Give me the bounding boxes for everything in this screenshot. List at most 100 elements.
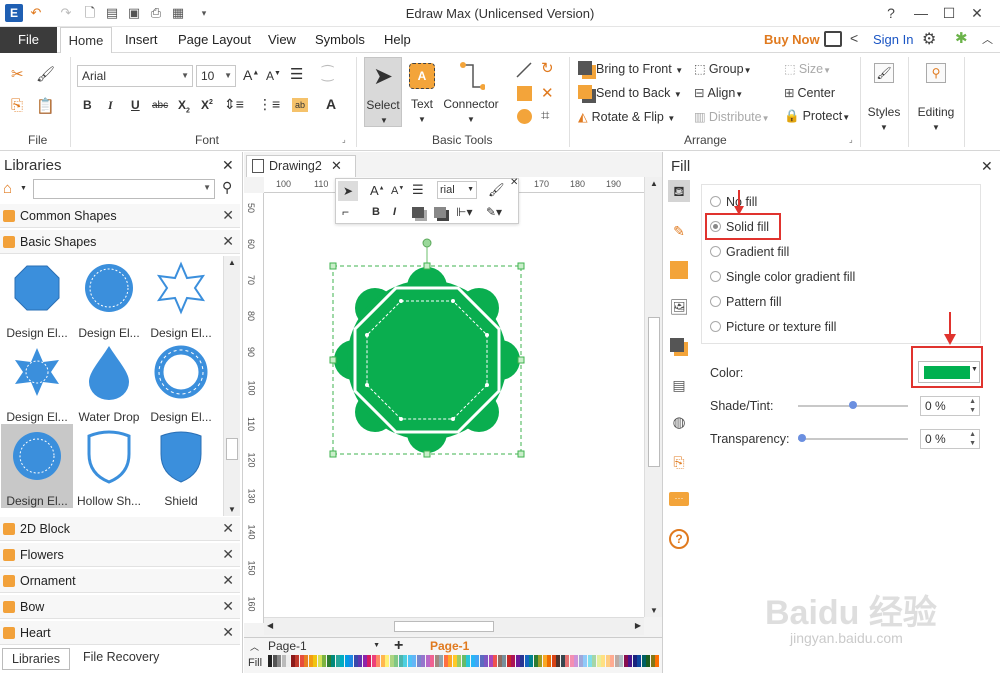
- tab-help[interactable]: Help: [384, 32, 411, 47]
- library-search-input[interactable]: ▼: [33, 179, 215, 199]
- file-menu[interactable]: File: [0, 27, 57, 53]
- styles-button[interactable]: 🖌 Styles ▼: [866, 57, 902, 132]
- font-dialog-icon[interactable]: ⌟: [342, 135, 346, 144]
- library-category-2d-block[interactable]: 2D Block ✕: [0, 517, 240, 541]
- palette-swatch[interactable]: [452, 655, 457, 667]
- line-spacing-icon[interactable]: ⇕≡: [224, 96, 244, 113]
- transparency-input[interactable]: 0 % ▲ ▼: [920, 429, 980, 449]
- palette-swatch[interactable]: [632, 655, 637, 667]
- shade-slider-knob[interactable]: [849, 401, 857, 409]
- palette-swatch[interactable]: [286, 655, 290, 667]
- palette-swatch[interactable]: [569, 655, 574, 667]
- cart-icon[interactable]: [824, 31, 842, 47]
- palette-swatch[interactable]: [524, 655, 529, 667]
- palette-swatch[interactable]: [416, 655, 421, 667]
- palette-swatch[interactable]: [614, 655, 619, 667]
- palette-swatch[interactable]: [578, 655, 583, 667]
- mini-grow-font-icon[interactable]: A▲: [370, 183, 385, 198]
- crop-tool-icon[interactable]: ⌗: [541, 107, 549, 124]
- mini-bring-front-icon[interactable]: [412, 207, 424, 218]
- canvas-scrollbar-horizontal[interactable]: ◀ ▶: [264, 617, 644, 635]
- bold-icon[interactable]: B: [83, 98, 92, 112]
- scroll-up-icon[interactable]: ▲: [228, 258, 236, 267]
- tab-page-layout[interactable]: Page Layout: [178, 32, 251, 47]
- search-icon[interactable]: ⚲: [222, 179, 232, 196]
- page-tab-active[interactable]: Page-1: [430, 639, 469, 653]
- transparency-slider-knob[interactable]: [798, 434, 806, 442]
- shape-hollow-shield[interactable]: Hollow Sh...: [73, 424, 145, 508]
- palette-swatch[interactable]: [344, 655, 349, 667]
- palette-swatch[interactable]: [502, 655, 506, 667]
- scroll-down-icon[interactable]: ▼: [650, 606, 658, 615]
- palette-swatch[interactable]: [376, 655, 380, 667]
- palette-swatch[interactable]: [623, 655, 628, 667]
- library-category-heart[interactable]: Heart ✕: [0, 621, 240, 645]
- palette-swatch[interactable]: [560, 655, 565, 667]
- layer-icon[interactable]: [668, 335, 690, 357]
- palette-swatch[interactable]: [619, 655, 623, 667]
- palette-swatch[interactable]: [403, 655, 407, 667]
- connector-tool-button[interactable]: Connector ▼: [441, 57, 501, 127]
- library-scrollbar[interactable]: ▲ ▼: [223, 256, 240, 516]
- palette-swatch[interactable]: [290, 655, 295, 667]
- palette-swatch[interactable]: [511, 655, 515, 667]
- subscript-icon[interactable]: X2: [178, 98, 190, 114]
- shape-design-element-4[interactable]: Design El...: [1, 340, 73, 424]
- minimize-icon[interactable]: —: [906, 3, 936, 23]
- palette-swatch[interactable]: [538, 655, 542, 667]
- fill-option-gradient-fill[interactable]: Gradient fill: [710, 245, 789, 259]
- home-dropdown-icon[interactable]: ▼: [20, 185, 27, 192]
- palette-swatch[interactable]: [358, 655, 362, 667]
- palette-swatch[interactable]: [610, 655, 614, 667]
- palette-swatch[interactable]: [646, 655, 650, 667]
- rotation-handle[interactable]: [422, 238, 432, 248]
- tab-view[interactable]: View: [268, 32, 296, 47]
- scroll-thumb[interactable]: [648, 317, 660, 467]
- ellipse-tool-icon[interactable]: [517, 109, 532, 124]
- radio-no-fill[interactable]: [710, 196, 721, 207]
- select-tool-button[interactable]: ➤ Select ▼: [364, 57, 402, 127]
- palette-swatch[interactable]: [605, 655, 610, 667]
- radio-gradient-fill[interactable]: [710, 246, 721, 257]
- category-close-icon[interactable]: ✕: [222, 572, 234, 589]
- mini-send-back-icon[interactable]: [434, 207, 446, 218]
- palette-swatch[interactable]: [326, 655, 331, 667]
- underline-icon[interactable]: U: [131, 98, 140, 112]
- line-style-icon[interactable]: ✎: [668, 220, 690, 242]
- align-button[interactable]: ⊟ Align▼: [694, 85, 743, 100]
- palette-swatch[interactable]: [641, 655, 646, 667]
- comment-icon[interactable]: ···: [668, 489, 690, 511]
- palette-swatch[interactable]: [650, 655, 655, 667]
- page-select[interactable]: Page-1 ▼: [268, 639, 382, 655]
- palette-swatch[interactable]: [421, 655, 425, 667]
- palette-swatch[interactable]: [542, 655, 547, 667]
- transparency-slider-track[interactable]: [798, 438, 908, 440]
- text-options-icon[interactable]: ⁐: [322, 65, 333, 82]
- category-close-icon[interactable]: ✕: [222, 598, 234, 615]
- palette-swatch[interactable]: [335, 655, 340, 667]
- group-button[interactable]: ⬚ Group▼: [694, 61, 751, 76]
- tab-symbols[interactable]: Symbols: [315, 32, 365, 47]
- palette-swatch[interactable]: [272, 655, 277, 667]
- palette-swatch[interactable]: [655, 655, 659, 667]
- strikethrough-icon[interactable]: abc: [152, 100, 168, 111]
- palette-swatch[interactable]: [371, 655, 376, 667]
- palette-swatch[interactable]: [574, 655, 578, 667]
- rotate-flip-button[interactable]: ◭ Rotate & Flip ▼: [578, 109, 675, 124]
- spin-arrows-icon[interactable]: ▲ ▼: [969, 397, 976, 415]
- palette-swatch[interactable]: [425, 655, 430, 667]
- page-nav-up-icon[interactable]: ︿: [250, 640, 259, 653]
- palette-swatch[interactable]: [488, 655, 493, 667]
- maximize-icon[interactable]: ☐: [934, 3, 964, 23]
- palette-swatch[interactable]: [596, 655, 601, 667]
- library-category-basic-shapes[interactable]: Basic Shapes ✕: [0, 230, 240, 254]
- palette-swatch[interactable]: [389, 655, 394, 667]
- italic-icon[interactable]: I: [108, 98, 113, 113]
- font-name-select[interactable]: Arial ▼: [77, 65, 193, 87]
- category-close-icon[interactable]: ✕: [222, 233, 234, 250]
- palette-swatch[interactable]: [362, 655, 367, 667]
- buy-now-link[interactable]: Buy Now: [764, 32, 820, 47]
- scroll-thumb[interactable]: [226, 438, 238, 460]
- tab-file-recovery[interactable]: File Recovery: [83, 650, 159, 664]
- editing-button[interactable]: ⚲ Editing ▼: [914, 57, 958, 132]
